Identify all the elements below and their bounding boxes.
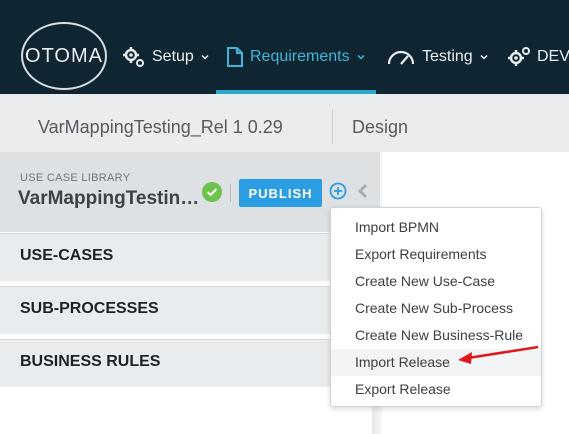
- nav-setup-label: Setup: [152, 48, 194, 65]
- gauge-icon: [387, 50, 415, 65]
- gears-icon: [123, 47, 144, 67]
- header-divider: [230, 184, 231, 202]
- section-business-rules[interactable]: BUSINESS RULES: [0, 339, 380, 387]
- nav-dev[interactable]: DEV: [507, 44, 569, 70]
- menu-item-label: Import Release: [355, 354, 450, 370]
- menu-item-import-bpmn[interactable]: Import BPMN: [331, 214, 541, 241]
- chevron-down-icon: [357, 54, 365, 60]
- nav-requirements[interactable]: Requirements: [226, 44, 366, 70]
- section-use-cases[interactable]: USE-CASES: [0, 233, 380, 281]
- menu-item-label: Create New Use-Case: [355, 273, 496, 289]
- check-circle-icon: [202, 182, 222, 202]
- nav-dev-label: DEV: [537, 48, 569, 65]
- menu-item-create-use-case[interactable]: Create New Use-Case: [331, 268, 541, 295]
- menu-item-label: Create New Business-Rule: [355, 327, 524, 343]
- library-actions-menu: Import BPMN Export Requirements Create N…: [330, 207, 542, 407]
- menu-item-label: Import BPMN: [355, 219, 440, 235]
- nav-testing-label: Testing: [422, 48, 473, 65]
- menu-item-create-sub-process[interactable]: Create New Sub-Process: [331, 295, 541, 322]
- project-title[interactable]: VarMappingTesting_Rel 1 0.29: [38, 117, 283, 138]
- menu-item-label: Export Release: [355, 381, 451, 397]
- menu-item-export-release[interactable]: Export Release: [331, 376, 541, 403]
- gears-icon: [508, 47, 530, 66]
- menu-item-export-requirements[interactable]: Export Requirements: [331, 241, 541, 268]
- menu-item-label: Create New Sub-Process: [355, 300, 513, 316]
- chevron-down-icon: [201, 54, 209, 60]
- nav-requirements-label: Requirements: [250, 48, 350, 65]
- nav-testing[interactable]: Testing: [386, 44, 489, 70]
- menu-item-label: Export Requirements: [355, 246, 487, 262]
- otoma-logo[interactable]: OTOMA: [21, 22, 107, 90]
- section-sub-processes-label: SUB-PROCESSES: [20, 300, 159, 317]
- section-business-rules-label: BUSINESS RULES: [20, 353, 161, 370]
- breadcrumb-divider: [332, 110, 333, 144]
- chevron-down-icon: [480, 54, 488, 60]
- add-circle-icon[interactable]: [329, 182, 347, 200]
- library-label: USE CASE LIBRARY: [20, 172, 131, 184]
- nav-setup[interactable]: Setup: [122, 44, 210, 70]
- document-icon: [227, 47, 243, 67]
- section-sub-processes[interactable]: SUB-PROCESSES: [0, 286, 380, 334]
- library-name: VarMappingTestin…: [18, 188, 200, 209]
- publish-button[interactable]: PUBLISH: [239, 179, 322, 207]
- view-design-label[interactable]: Design: [352, 117, 408, 138]
- menu-item-create-business-rule[interactable]: Create New Business-Rule: [331, 322, 541, 349]
- collapse-left-icon[interactable]: [356, 183, 370, 199]
- menu-item-import-release[interactable]: Import Release: [331, 349, 541, 376]
- section-use-cases-label: USE-CASES: [20, 247, 114, 264]
